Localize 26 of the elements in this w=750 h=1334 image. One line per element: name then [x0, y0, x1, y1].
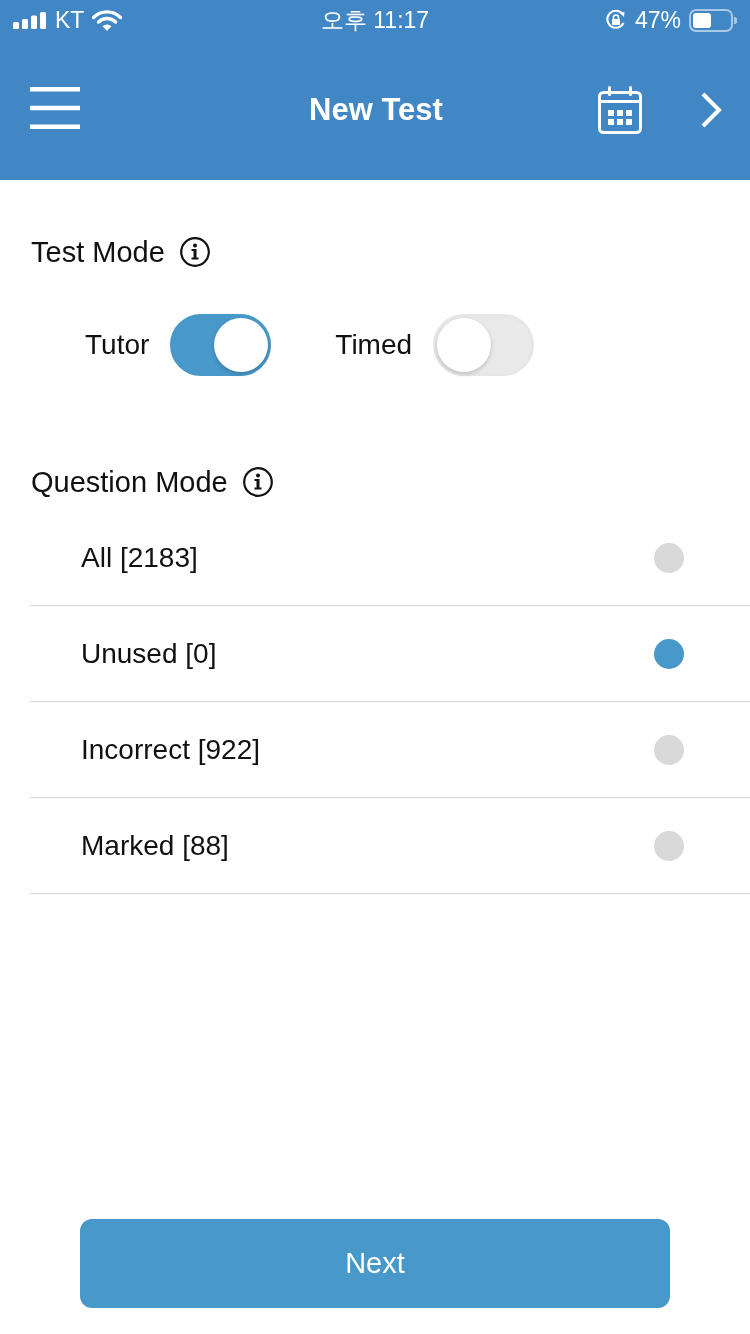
battery-percent: 47%	[634, 6, 681, 34]
status-time: 오후 11:17	[320, 5, 430, 35]
chevron-right-icon[interactable]	[700, 92, 722, 128]
option-label: Unused [0]	[81, 637, 217, 670]
info-icon[interactable]	[242, 467, 273, 497]
section-title: Question Mode	[31, 465, 228, 499]
toggle-label: Tutor	[85, 329, 150, 361]
menu-icon[interactable]	[30, 87, 80, 129]
radio-button[interactable]	[654, 638, 684, 669]
rotation-lock-icon	[604, 9, 627, 31]
section-title: Test Mode	[31, 235, 165, 269]
carrier-name: KT	[55, 6, 85, 34]
option-label: Marked [88]	[81, 829, 229, 862]
next-button[interactable]: Next	[80, 1219, 670, 1308]
toggle-label: Timed	[335, 329, 413, 361]
radio-button[interactable]	[654, 542, 684, 573]
calendar-icon[interactable]	[598, 86, 642, 134]
radio-button[interactable]	[654, 734, 684, 765]
radio-button[interactable]	[654, 830, 684, 861]
screen-title: New Test	[309, 92, 443, 128]
wifi-icon	[92, 9, 123, 31]
battery-icon	[689, 8, 737, 32]
option-label: All [2183]	[81, 541, 198, 574]
signal-icon	[13, 11, 47, 29]
option-label: Incorrect [922]	[81, 733, 260, 766]
info-icon[interactable]	[179, 237, 210, 267]
